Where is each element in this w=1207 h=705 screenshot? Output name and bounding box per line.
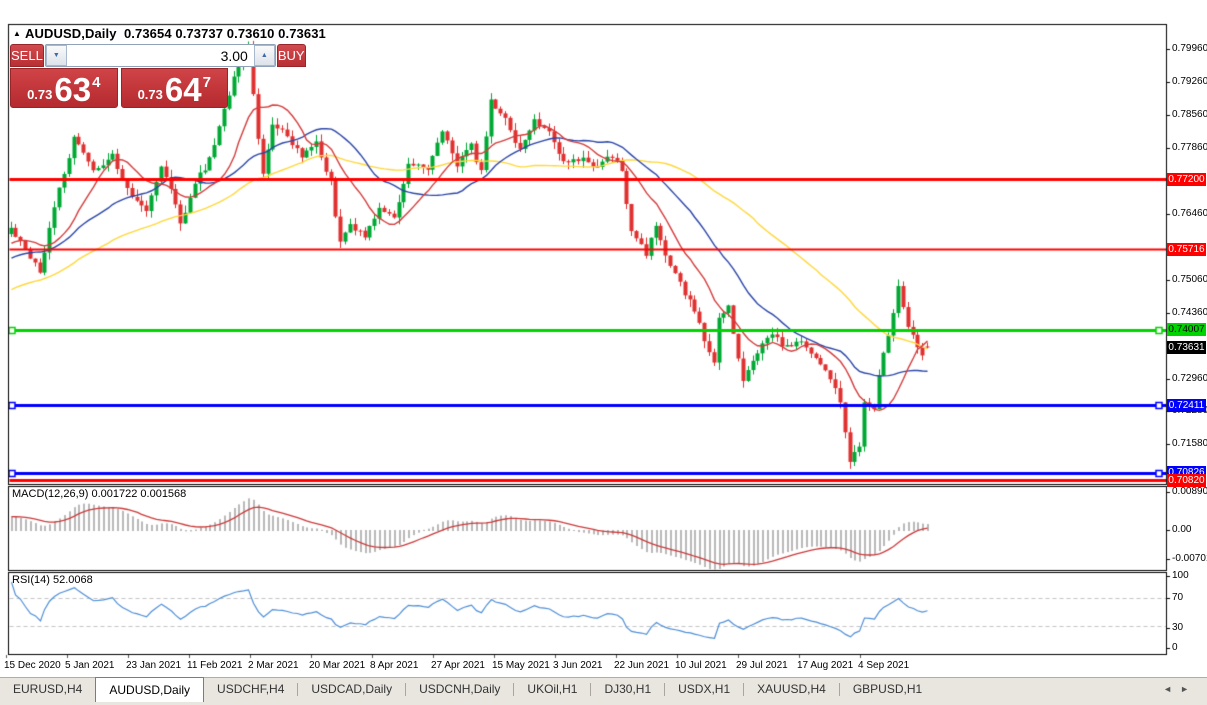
buy-button[interactable]: BUY [276, 44, 306, 67]
rsi-axis-label: 0 [1172, 642, 1178, 653]
hline-price-label: 0.77200 [1167, 172, 1206, 186]
tab-scroll-left-icon[interactable]: ◄ [1163, 684, 1180, 694]
price-tick-label: 0.74360 [1172, 307, 1207, 319]
macd-indicator-label: MACD(12,26,9) 0.001722 0.001568 [12, 488, 187, 500]
hline-price-label: 0.74007 [1167, 323, 1206, 337]
date-tick-label: 2 Mar 2021 [248, 660, 299, 671]
sell-button[interactable]: SELL [10, 44, 44, 67]
chart-tab-dj30[interactable]: DJ30,H1 [591, 678, 664, 701]
chart-tab-xauusd[interactable]: XAUUSD,H4 [744, 678, 839, 701]
date-tick-label: 15 Dec 2020 [4, 660, 61, 671]
price-tick-label: 0.78560 [1172, 109, 1207, 121]
one-click-trading-panel: SELL ▼ ▲ BUY 0.73 63 4 0.73 64 7 [10, 44, 306, 108]
price-tick-label: 0.76460 [1172, 208, 1207, 220]
current-price-label: 0.73631 [1167, 341, 1206, 355]
volume-spinner: ▼ ▲ [44, 44, 276, 67]
date-tick-label: 22 Jun 2021 [614, 660, 670, 671]
volume-decrease-button[interactable]: ▼ [45, 45, 67, 66]
date-tick-label: 15 May 2021 [492, 660, 550, 671]
sell-price-tile[interactable]: 0.73 63 4 [10, 68, 118, 108]
chart-tab-usdchf[interactable]: USDCHF,H4 [204, 678, 297, 701]
hline-price-label: 0.70820 [1167, 473, 1206, 487]
macd-axis-label: 0.008904 [1172, 486, 1207, 497]
date-tick-label: 17 Aug 2021 [797, 660, 854, 671]
chart-tab-audusd[interactable]: AUDUSD,Daily [95, 677, 205, 702]
date-tick-label: 20 Mar 2021 [309, 660, 366, 671]
chart-tab-gbpusd[interactable]: GBPUSD,H1 [840, 678, 935, 701]
price-tick-label: 0.71580 [1172, 438, 1207, 450]
sell-price-pip: 4 [92, 74, 101, 91]
chart-tab-eurusd[interactable]: EURUSD,H4 [0, 678, 95, 701]
price-tick-label: 0.72960 [1172, 373, 1207, 385]
buy-price-main: 64 [164, 71, 202, 108]
chart-tab-ukoil[interactable]: UKOil,H1 [514, 678, 590, 701]
chart-symbol-label: AUDUSD,Daily [25, 26, 117, 41]
date-tick-label: 8 Apr 2021 [370, 660, 419, 671]
chart-tab-usdx[interactable]: USDX,H1 [665, 678, 743, 701]
date-tick-label: 11 Feb 2021 [187, 660, 243, 671]
rsi-indicator-label: RSI(14) 52.0068 [12, 574, 93, 586]
rsi-axis-label: 30 [1172, 622, 1184, 633]
price-tick-label: 0.79260 [1172, 76, 1207, 88]
hline-price-label: 0.72411 [1167, 398, 1206, 412]
date-tick-label: 27 Apr 2021 [431, 660, 485, 671]
sell-price-prefix: 0.73 [27, 87, 53, 102]
buy-price-tile[interactable]: 0.73 64 7 [120, 68, 228, 108]
buy-price-pip: 7 [202, 74, 211, 91]
price-tick-label: 0.77860 [1172, 142, 1207, 154]
chart-ohlc-values: 0.73654 0.73737 0.73610 0.73631 [123, 26, 326, 41]
date-tick-label: 29 Jul 2021 [736, 660, 788, 671]
buy-price-prefix: 0.73 [137, 87, 163, 102]
price-tick-label: 0.75060 [1172, 274, 1207, 286]
sell-price-main: 63 [54, 71, 92, 108]
volume-input[interactable] [66, 45, 254, 66]
rsi-axis-label: 70 [1172, 592, 1184, 603]
date-tick-label: 4 Sep 2021 [858, 660, 910, 671]
tab-scroll-right-icon[interactable]: ► [1180, 684, 1197, 694]
macd-axis-label: 0.00 [1172, 524, 1192, 535]
chart-tab-bar: EURUSD,H4 AUDUSD,Daily USDCHF,H4 USDCAD,Dai… [0, 677, 1207, 705]
rsi-axis-label: 100 [1172, 570, 1189, 581]
hline-price-label: 0.75716 [1167, 242, 1206, 256]
chart-tab-usdcad[interactable]: USDCAD,Daily [298, 678, 405, 701]
tab-scroll-arrows[interactable]: ◄► [1163, 684, 1197, 694]
date-tick-label: 23 Jan 2021 [126, 660, 182, 671]
date-tick-label: 10 Jul 2021 [675, 660, 727, 671]
chart-title: ▲ AUDUSD,Daily 0.73654 0.73737 0.73610 0.… [13, 26, 326, 41]
price-tick-label: 0.79960 [1172, 43, 1207, 54]
collapse-arrow-icon[interactable]: ▲ [13, 29, 21, 38]
volume-increase-button[interactable]: ▲ [253, 45, 275, 66]
date-tick-label: 3 Jun 2021 [553, 660, 603, 671]
trading-app: 5M30H1H4D1W1MN ▲AUDUSD,Daily 0.73654 0.7… [0, 0, 1207, 705]
date-tick-label: 5 Jan 2021 [65, 660, 115, 671]
chart-tab-usdcnh[interactable]: USDCNH,Daily [406, 678, 513, 701]
macd-axis-label: -0.00701 [1172, 553, 1207, 564]
